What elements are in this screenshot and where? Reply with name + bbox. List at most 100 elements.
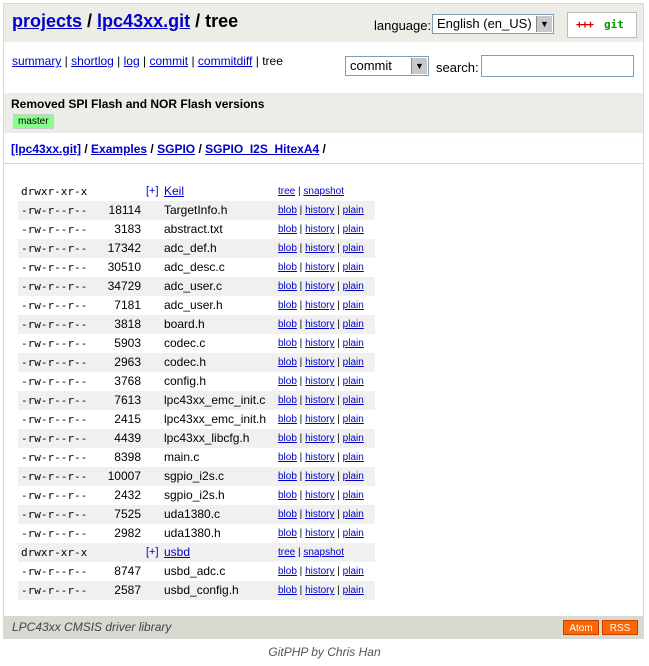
path-segment-link[interactable]: Examples	[91, 142, 147, 156]
directory-link[interactable]: Keil	[164, 182, 184, 201]
action-link-blob[interactable]: blob	[278, 414, 297, 425]
action-link-blob[interactable]: blob	[278, 433, 297, 444]
action-link-blob[interactable]: blob	[278, 509, 297, 520]
action-link-blob[interactable]: blob	[278, 585, 297, 596]
path-root-link[interactable]: [lpc43xx.git]	[11, 142, 81, 156]
file-name[interactable]: usbd_config.h	[164, 581, 239, 600]
nav-link-shortlog[interactable]: shortlog	[71, 54, 114, 68]
rss-feed-button[interactable]: RSS	[602, 620, 638, 635]
action-link-plain[interactable]: plain	[343, 585, 364, 596]
action-link-plain[interactable]: plain	[343, 433, 364, 444]
action-link-plain[interactable]: plain	[343, 300, 364, 311]
action-link-blob[interactable]: blob	[278, 281, 297, 292]
action-link-plain[interactable]: plain	[343, 357, 364, 368]
file-name[interactable]: main.c	[164, 448, 199, 467]
file-name[interactable]: abstract.txt	[164, 220, 223, 239]
action-link-plain[interactable]: plain	[343, 205, 364, 216]
action-link-blob[interactable]: blob	[278, 224, 297, 235]
file-name[interactable]: adc_def.h	[164, 239, 217, 258]
action-link-plain[interactable]: plain	[343, 528, 364, 539]
projects-link[interactable]: projects	[12, 11, 82, 31]
path-segment-link[interactable]: SGPIO	[157, 142, 195, 156]
action-link-history[interactable]: history	[305, 528, 334, 539]
action-link-history[interactable]: history	[305, 452, 334, 463]
file-name[interactable]: adc_user.h	[164, 296, 223, 315]
action-link-history[interactable]: history	[305, 509, 334, 520]
action-link-blob[interactable]: blob	[278, 471, 297, 482]
action-link-blob[interactable]: blob	[278, 528, 297, 539]
action-link-history[interactable]: history	[305, 471, 334, 482]
action-link-plain[interactable]: plain	[343, 490, 364, 501]
action-link-tree[interactable]: tree	[278, 547, 295, 558]
file-name[interactable]: lpc43xx_emc_init.h	[164, 410, 266, 429]
action-link-plain[interactable]: plain	[343, 566, 364, 577]
action-link-plain[interactable]: plain	[343, 224, 364, 235]
action-link-plain[interactable]: plain	[343, 338, 364, 349]
action-link-history[interactable]: history	[305, 395, 334, 406]
file-name[interactable]: adc_user.c	[164, 277, 222, 296]
file-name[interactable]: usbd_adc.c	[164, 562, 225, 581]
file-name[interactable]: sgpio_i2s.h	[164, 486, 225, 505]
action-link-history[interactable]: history	[305, 262, 334, 273]
action-link-history[interactable]: history	[305, 433, 334, 444]
action-link-history[interactable]: history	[305, 376, 334, 387]
action-link-plain[interactable]: plain	[343, 243, 364, 254]
action-link-blob[interactable]: blob	[278, 357, 297, 368]
file-name[interactable]: lpc43xx_libcfg.h	[164, 429, 249, 448]
file-name[interactable]: sgpio_i2s.c	[164, 467, 224, 486]
action-link-blob[interactable]: blob	[278, 243, 297, 254]
action-link-plain[interactable]: plain	[343, 395, 364, 406]
nav-link-commitdiff[interactable]: commitdiff	[198, 54, 252, 68]
directory-link[interactable]: usbd	[164, 543, 190, 562]
action-link-history[interactable]: history	[305, 281, 334, 292]
action-link-plain[interactable]: plain	[343, 281, 364, 292]
nav-link-log[interactable]: log	[124, 54, 140, 68]
file-name[interactable]: config.h	[164, 372, 206, 391]
action-link-snapshot[interactable]: snapshot	[303, 547, 344, 558]
nav-link-commit[interactable]: commit	[149, 54, 188, 68]
action-link-blob[interactable]: blob	[278, 490, 297, 501]
language-select[interactable]: English (en_US) ▼	[432, 14, 554, 34]
action-link-blob[interactable]: blob	[278, 300, 297, 311]
file-name[interactable]: board.h	[164, 315, 205, 334]
action-link-plain[interactable]: plain	[343, 376, 364, 387]
action-link-blob[interactable]: blob	[278, 262, 297, 273]
action-link-blob[interactable]: blob	[278, 205, 297, 216]
action-link-blob[interactable]: blob	[278, 319, 297, 330]
action-link-blob[interactable]: blob	[278, 452, 297, 463]
file-name[interactable]: uda1380.c	[164, 505, 220, 524]
action-link-history[interactable]: history	[305, 566, 334, 577]
action-link-history[interactable]: history	[305, 224, 334, 235]
action-link-snapshot[interactable]: snapshot	[303, 186, 344, 197]
file-name[interactable]: codec.c	[164, 334, 205, 353]
action-link-plain[interactable]: plain	[343, 471, 364, 482]
file-name[interactable]: TargetInfo.h	[164, 201, 227, 220]
action-link-history[interactable]: history	[305, 490, 334, 501]
file-name[interactable]: uda1380.h	[164, 524, 221, 543]
action-link-history[interactable]: history	[305, 300, 334, 311]
action-link-plain[interactable]: plain	[343, 262, 364, 273]
action-link-blob[interactable]: blob	[278, 376, 297, 387]
action-link-history[interactable]: history	[305, 414, 334, 425]
file-name[interactable]: lpc43xx_emc_init.c	[164, 391, 265, 410]
action-link-history[interactable]: history	[305, 205, 334, 216]
action-link-history[interactable]: history	[305, 585, 334, 596]
expand-icon[interactable]: [+]	[146, 543, 159, 562]
atom-feed-button[interactable]: Atom	[563, 620, 599, 635]
action-link-history[interactable]: history	[305, 357, 334, 368]
action-link-plain[interactable]: plain	[343, 319, 364, 330]
branch-badge[interactable]: master	[13, 114, 54, 129]
action-link-blob[interactable]: blob	[278, 395, 297, 406]
file-name[interactable]: adc_desc.c	[164, 258, 225, 277]
search-type-select[interactable]: commit ▼	[345, 56, 429, 76]
action-link-history[interactable]: history	[305, 243, 334, 254]
action-link-plain[interactable]: plain	[343, 414, 364, 425]
action-link-blob[interactable]: blob	[278, 338, 297, 349]
search-input[interactable]	[481, 55, 634, 77]
nav-link-summary[interactable]: summary	[12, 54, 61, 68]
action-link-plain[interactable]: plain	[343, 452, 364, 463]
action-link-tree[interactable]: tree	[278, 186, 295, 197]
file-name[interactable]: codec.h	[164, 353, 206, 372]
action-link-history[interactable]: history	[305, 338, 334, 349]
action-link-blob[interactable]: blob	[278, 566, 297, 577]
